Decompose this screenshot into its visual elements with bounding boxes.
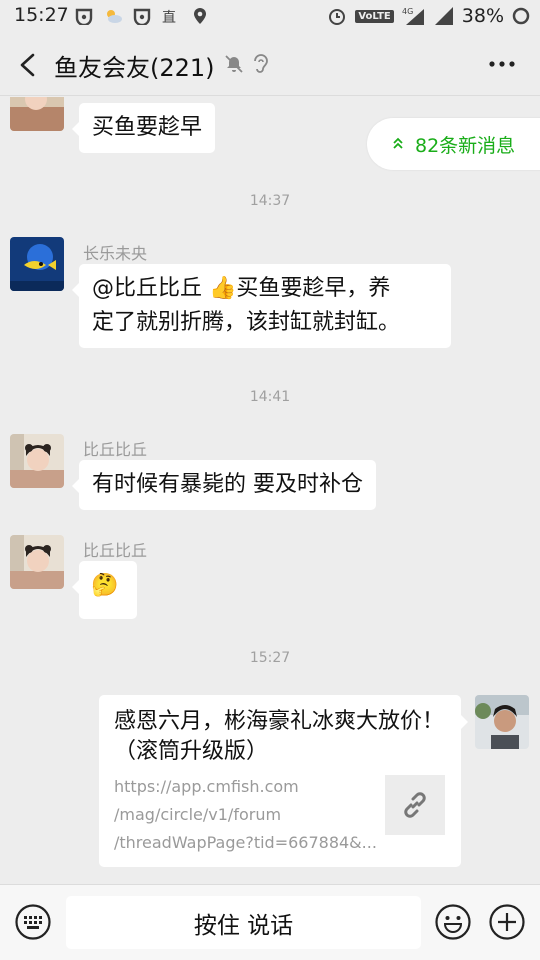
avatar-changle[interactable]	[10, 237, 64, 291]
signal-4g-icon: 4G	[402, 7, 424, 25]
message-bubble[interactable]: 有时候有暴毙的 要及时补仓	[72, 460, 376, 510]
battery-percent: 38%	[461, 5, 504, 27]
timestamp: 15:27	[249, 650, 291, 666]
avatar-bichiu[interactable]	[10, 535, 64, 589]
emoji-icon[interactable]	[434, 903, 472, 941]
ear-icon	[254, 54, 268, 73]
hold-to-talk-button[interactable]: 按住 说话	[66, 896, 421, 949]
new-messages-label: 82条新消息	[415, 134, 516, 157]
location-icon	[194, 8, 206, 24]
url-line: https://app.cmfish.com	[114, 777, 299, 796]
plus-icon[interactable]	[488, 903, 526, 941]
message-list[interactable]: 买鱼要趁早 82条新消息 14:37 长乐未央 @比丘比丘 👍买鱼要趁早，养 定…	[0, 97, 540, 884]
timestamp: 14:37	[249, 193, 291, 209]
input-bar: 按住 说话	[0, 884, 540, 960]
double-chevron-up-icon	[393, 137, 403, 149]
app-notification-icon	[75, 8, 93, 25]
back-icon[interactable]	[14, 50, 42, 80]
mute-icon	[225, 55, 243, 73]
alarm-icon	[329, 9, 346, 25]
live-app-icon: 直	[162, 9, 176, 25]
sender-name: 比丘比丘	[83, 541, 148, 560]
sender-name: 长乐未央	[83, 244, 148, 263]
volte-badge: VoLTE	[355, 9, 394, 23]
link-card-url: https://app.cmfish.com /mag/circle/v1/fo…	[114, 773, 384, 857]
url-line: /threadWapPage?tid=667884&...	[114, 833, 377, 852]
link-thumbnail	[385, 775, 445, 835]
avatar-bichiu[interactable]	[10, 97, 64, 131]
avatar-bichiu[interactable]	[10, 434, 64, 488]
svg-text:4G: 4G	[402, 7, 413, 16]
message-text: 有时候有暴毙的 要及时补仓	[92, 472, 363, 497]
link-card-title: 感恩六月，彬海豪礼冰爽大放价！（滚筒升级版）	[114, 709, 445, 764]
message-bubble[interactable]: 买鱼要趁早	[71, 103, 216, 153]
status-bar: 15:27 直 VoLTE 4G 38%	[0, 0, 540, 34]
battery-icon	[512, 7, 530, 25]
link-card[interactable]: 感恩六月，彬海豪礼冰爽大放价！（滚筒升级版） https://app.cmfis…	[99, 695, 468, 867]
status-time: 15:27	[14, 4, 69, 26]
url-line: /mag/circle/v1/forum	[114, 805, 282, 824]
message-bubble[interactable]: 🤔	[72, 561, 137, 619]
avatar-self[interactable]	[475, 695, 529, 749]
keyboard-icon[interactable]	[14, 903, 52, 941]
timestamp: 14:41	[249, 389, 291, 405]
chat-title: 鱼友会友(221)	[54, 54, 215, 82]
message-text-line: @比丘比丘 👍买鱼要趁早，养	[92, 276, 391, 301]
sender-name: 比丘比丘	[83, 440, 148, 459]
message-text-line: 定了就别折腾，该封缸就封缸。	[92, 310, 401, 335]
notification-icons: 直	[74, 7, 210, 25]
link-icon	[404, 792, 426, 818]
new-messages-button[interactable]: 82条新消息	[367, 118, 540, 170]
app-notification-icon-2	[133, 8, 151, 25]
chat-header: 鱼友会友(221)	[0, 34, 540, 96]
weather-icon	[107, 10, 122, 23]
signal-icon	[434, 7, 453, 25]
message-text: 买鱼要趁早	[92, 115, 203, 140]
system-status-icons: VoLTE 4G 38%	[327, 5, 530, 27]
message-bubble[interactable]: @比丘比丘 👍买鱼要趁早，养 定了就别折腾，该封缸就封缸。	[72, 264, 451, 348]
thinking-emoji: 🤔	[91, 573, 119, 598]
svg-text:直: 直	[162, 9, 176, 25]
more-icon[interactable]	[488, 54, 516, 74]
